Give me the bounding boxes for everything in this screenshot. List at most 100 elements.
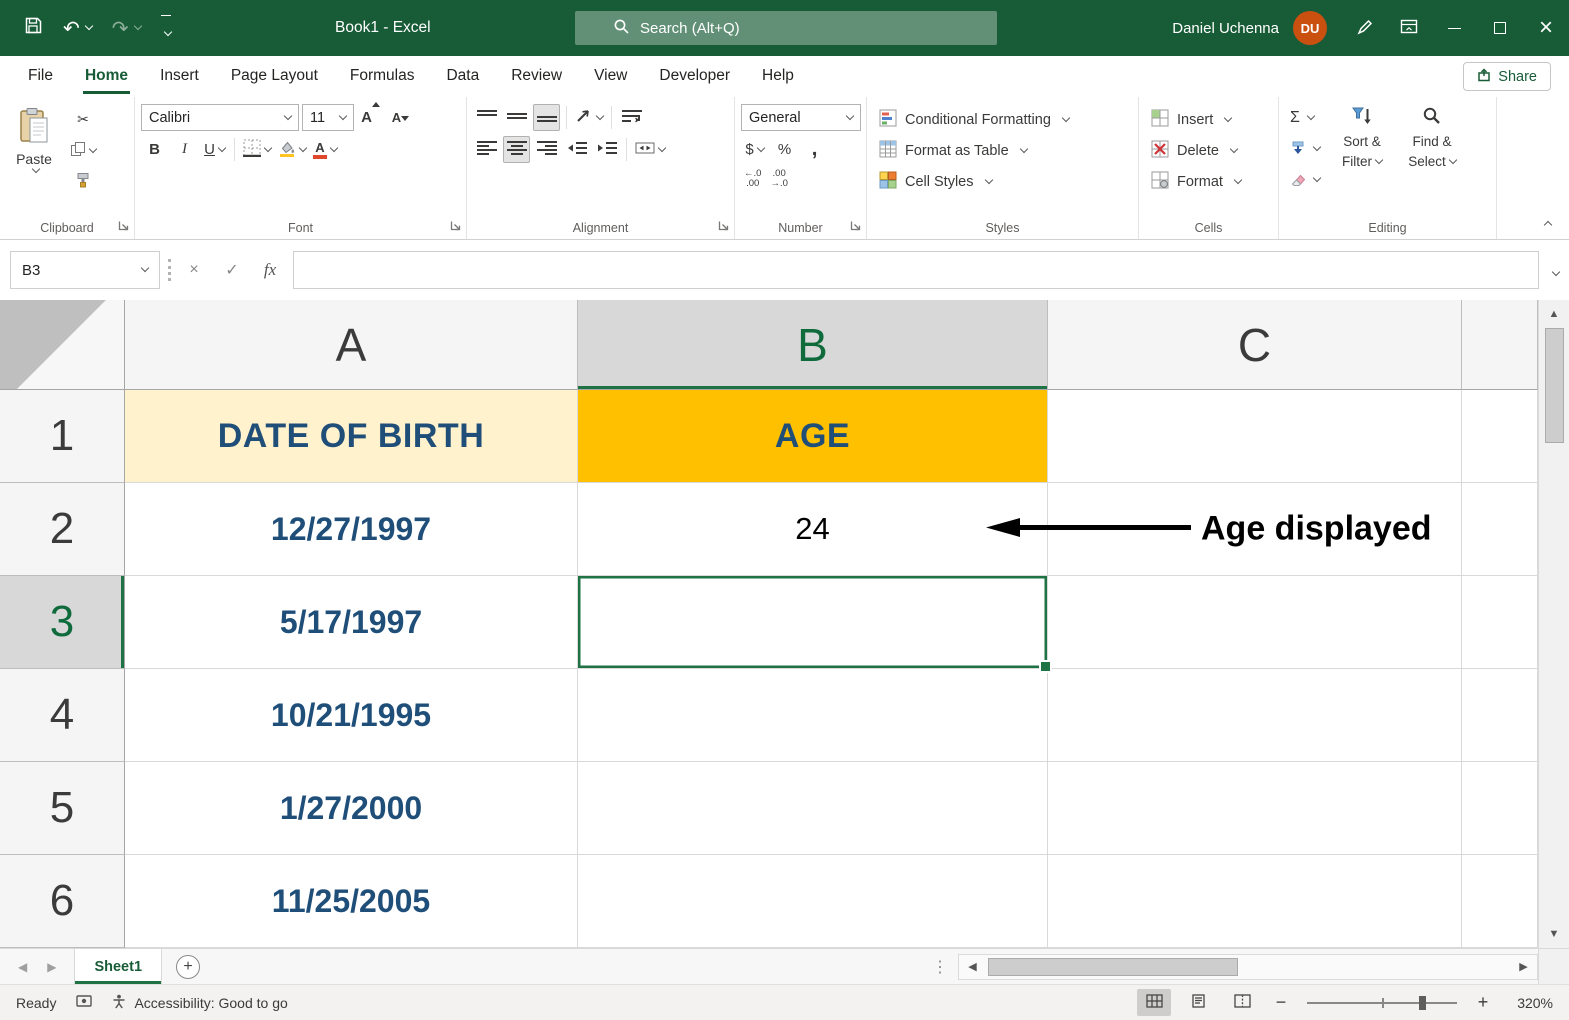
copy-button[interactable]: [68, 137, 98, 164]
increase-font-size-button[interactable]: A: [357, 102, 384, 131]
orientation-button[interactable]: [573, 104, 605, 131]
font-family-combobox[interactable]: Calibri: [141, 104, 299, 131]
scroll-down-button[interactable]: ▼: [1539, 920, 1569, 948]
find-select-button[interactable]: Find & Select: [1399, 104, 1465, 194]
italic-button[interactable]: I: [171, 136, 198, 163]
zoom-slider-thumb[interactable]: [1419, 995, 1426, 1010]
cell-A2[interactable]: 12/27/1997: [125, 483, 578, 576]
merge-center-button[interactable]: [633, 136, 667, 163]
insert-function-button[interactable]: fx: [255, 255, 285, 285]
number-dialog-launcher[interactable]: [850, 218, 861, 234]
row-header-2[interactable]: 2: [0, 483, 125, 576]
align-center-button[interactable]: [503, 136, 530, 163]
row-header-1[interactable]: 1: [0, 390, 125, 483]
autosum-button[interactable]: Σ: [1285, 104, 1325, 132]
cell-D4[interactable]: [1462, 669, 1538, 762]
cell-B5[interactable]: [578, 762, 1048, 855]
tab-page-layout[interactable]: Page Layout: [215, 56, 334, 97]
customize-quick-access-button[interactable]: [153, 8, 179, 48]
maximize-button[interactable]: [1477, 0, 1523, 56]
accounting-format-button[interactable]: $: [741, 136, 768, 163]
zoom-out-button[interactable]: −: [1269, 991, 1293, 1015]
share-button[interactable]: Share: [1463, 62, 1551, 91]
cut-button[interactable]: ✂: [68, 106, 98, 133]
borders-button[interactable]: [241, 136, 273, 163]
zoom-level[interactable]: 320%: [1505, 995, 1553, 1011]
user-name[interactable]: Daniel Uchenna: [1172, 20, 1279, 37]
user-avatar[interactable]: DU: [1293, 11, 1327, 45]
tab-splitter-grip[interactable]: ⋮: [932, 957, 958, 977]
tab-review[interactable]: Review: [495, 56, 578, 97]
page-layout-view-button[interactable]: [1181, 989, 1215, 1016]
increase-indent-button[interactable]: [593, 136, 620, 163]
scroll-left-button[interactable]: ◀: [959, 955, 986, 979]
cell-D5[interactable]: [1462, 762, 1538, 855]
zoom-slider[interactable]: [1307, 995, 1457, 1010]
cell-A3[interactable]: 5/17/1997: [125, 576, 578, 669]
cell-A6[interactable]: 11/25/2005: [125, 855, 578, 948]
horizontal-scrollbar[interactable]: ◀ ▶: [958, 953, 1538, 980]
decrease-indent-button[interactable]: [563, 136, 590, 163]
cell-D6[interactable]: [1462, 855, 1538, 948]
name-box[interactable]: B3: [10, 251, 160, 289]
cancel-button[interactable]: ×: [179, 255, 209, 285]
scroll-right-button[interactable]: ▶: [1510, 955, 1537, 979]
percent-style-button[interactable]: %: [771, 136, 798, 163]
column-header-B[interactable]: B: [578, 300, 1048, 390]
cell-B1[interactable]: AGE: [578, 390, 1048, 483]
number-format-combobox[interactable]: General: [741, 104, 861, 131]
normal-view-button[interactable]: [1137, 989, 1171, 1016]
vertical-scrollbar[interactable]: ▲ ▼: [1538, 300, 1569, 948]
minimize-button[interactable]: [1431, 0, 1477, 56]
delete-cells-button[interactable]: Delete: [1145, 135, 1243, 166]
font-size-combobox[interactable]: 11: [302, 104, 354, 131]
sheet-tab-sheet1[interactable]: Sheet1: [74, 949, 163, 984]
undo-button[interactable]: ↶: [55, 8, 100, 48]
underline-button[interactable]: U: [201, 136, 228, 163]
sort-filter-button[interactable]: Sort & Filter: [1329, 104, 1395, 194]
enter-button[interactable]: ✓: [217, 255, 247, 285]
ink-pen-button[interactable]: [1343, 0, 1387, 56]
cell-C3[interactable]: [1048, 576, 1462, 669]
redo-button[interactable]: ↷: [104, 8, 149, 48]
comma-style-button[interactable]: ,: [801, 136, 828, 163]
formula-input[interactable]: [293, 251, 1539, 289]
cell-styles-button[interactable]: Cell Styles: [873, 166, 998, 197]
clipboard-dialog-launcher[interactable]: [118, 218, 129, 234]
row-header-3[interactable]: 3: [0, 576, 125, 669]
formula-bar-grip[interactable]: [168, 259, 171, 281]
paste-button[interactable]: Paste: [6, 104, 62, 195]
bold-button[interactable]: B: [141, 136, 168, 163]
vertical-scroll-thumb[interactable]: [1544, 328, 1564, 443]
insert-cells-button[interactable]: Insert: [1145, 104, 1237, 135]
scroll-up-button[interactable]: ▲: [1539, 300, 1569, 328]
align-middle-button[interactable]: [503, 104, 530, 131]
page-break-view-button[interactable]: [1225, 989, 1259, 1016]
alignment-dialog-launcher[interactable]: [718, 218, 729, 234]
decrease-font-size-button[interactable]: A: [387, 104, 414, 131]
previous-sheet-icon[interactable]: ◀: [18, 960, 27, 974]
cell-C2[interactable]: Age displayed: [986, 483, 1462, 576]
row-header-6[interactable]: 6: [0, 855, 125, 948]
wrap-text-button[interactable]: [618, 104, 645, 131]
cell-D1[interactable]: [1462, 390, 1538, 483]
cell-D3[interactable]: [1462, 576, 1538, 669]
next-sheet-icon[interactable]: ▶: [47, 960, 56, 974]
font-color-button[interactable]: A: [311, 136, 339, 163]
accessibility-status[interactable]: Accessibility: Good to go: [112, 994, 288, 1012]
horizontal-scroll-thumb[interactable]: [988, 957, 1238, 976]
collapse-ribbon-button[interactable]: [1541, 216, 1553, 231]
cell-B3-selected[interactable]: [578, 576, 1052, 673]
column-header-C[interactable]: C: [1048, 300, 1462, 390]
format-cells-button[interactable]: Format: [1145, 166, 1247, 197]
column-header-A[interactable]: A: [125, 300, 578, 390]
format-painter-button[interactable]: [68, 168, 98, 195]
tab-view[interactable]: View: [578, 56, 643, 97]
tab-home[interactable]: Home: [69, 56, 144, 97]
cell-C5[interactable]: [1048, 762, 1462, 855]
row-header-4[interactable]: 4: [0, 669, 125, 762]
zoom-in-button[interactable]: +: [1471, 991, 1495, 1015]
clear-button[interactable]: [1285, 166, 1325, 194]
fill-color-button[interactable]: [276, 136, 308, 163]
cell-D2[interactable]: [1462, 483, 1538, 576]
